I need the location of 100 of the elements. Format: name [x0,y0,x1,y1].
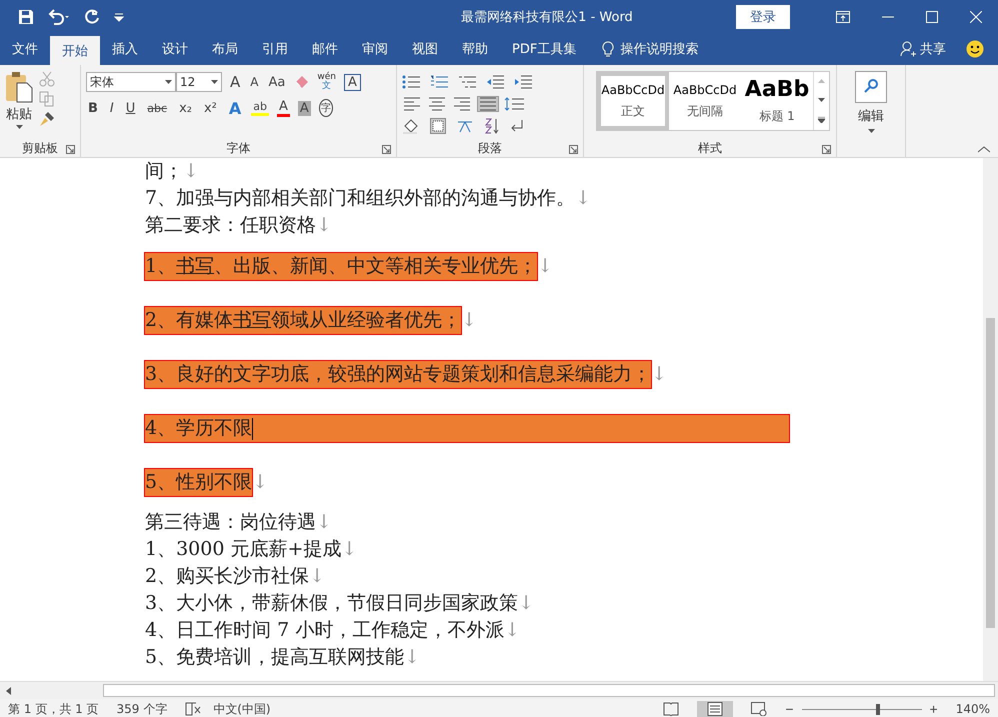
bullets-icon[interactable] [402,75,420,89]
share-button[interactable]: 共享 [920,40,946,58]
align-button[interactable] [452,97,472,111]
line-break-mark: ↓ [461,309,478,331]
highlight-button[interactable]: ab [251,100,269,116]
close-icon[interactable] [970,10,982,22]
paste-button[interactable]: 粘贴 [6,105,32,123]
web-layout-icon[interactable] [751,702,768,716]
ribbon-tab[interactable]: 引用 [250,33,300,65]
line-spacing-icon[interactable] [504,97,524,111]
font-format-button[interactable]: I [108,100,116,116]
scroll-left-icon[interactable] [5,686,13,694]
borders-icon[interactable] [430,118,446,134]
save-icon[interactable] [18,8,34,24]
paragraph-text: 第三待遇：岗位待遇 [145,511,316,533]
ribbon-tab[interactable]: 文件 [0,33,50,65]
ribbon-tab[interactable]: 插入 [100,33,150,65]
smiley-icon[interactable] [966,40,984,58]
ribbon-display-icon[interactable] [836,10,850,22]
text-effects-button[interactable]: A [226,98,244,118]
ribbon-tab[interactable]: 开始 [50,36,100,65]
ribbon-tab[interactable]: 邮件 [300,33,350,65]
ribbon-tab[interactable]: 视图 [400,33,450,65]
ribbon-tab[interactable]: 布局 [200,33,250,65]
character-border-button[interactable]: A [344,74,361,90]
proofing-icon[interactable] [185,702,202,716]
customize-caret-icon[interactable] [114,12,124,22]
sort-icon[interactable] [484,118,500,134]
language-indicator[interactable]: 中文(中国) [213,700,271,717]
dialog-launcher-icon[interactable] [569,145,578,154]
ribbon-tab[interactable]: 设计 [150,33,200,65]
align-button[interactable] [402,97,422,111]
multilevel-list-icon[interactable] [458,75,476,89]
maximize-icon[interactable] [926,10,938,22]
character-shading-button[interactable]: A [298,100,311,116]
line-break-mark: ↓ [537,255,554,277]
grow-font-button[interactable]: A [228,73,242,91]
tell-me-search[interactable]: 操作说明搜索 [620,40,698,58]
line-break-mark: ↓ [404,646,420,668]
ribbon-tab[interactable]: PDF工具集 [500,33,588,65]
word-count[interactable]: 359 个字 [116,700,168,717]
dropdown-caret-icon[interactable] [211,80,218,84]
ribbon-tab[interactable]: 帮助 [450,33,500,65]
collapse-ribbon-icon[interactable] [978,146,990,153]
font-name-field[interactable]: 宋体 [86,72,176,92]
caret-icon[interactable] [868,129,874,133]
editing-button[interactable]: 编辑 [858,107,884,125]
login-button[interactable]: 登录 [736,4,790,28]
paragraph-text: 7、加强与内部相关部门和组织外部的沟通与协作。 [145,187,576,209]
numbering-icon[interactable] [430,75,448,89]
font-color-button[interactable]: A [277,99,290,117]
dialog-launcher-icon[interactable] [822,145,831,154]
group-label: 字体 [226,140,250,156]
dialog-launcher-icon[interactable] [66,145,75,154]
vertical-scrollbar[interactable] [983,158,998,681]
dialog-launcher-icon[interactable] [382,145,391,154]
line-break-mark: ↓ [316,214,332,236]
redo-icon[interactable] [84,8,100,24]
zoom-in-button[interactable]: + [930,701,938,717]
increase-indent-icon[interactable] [514,75,532,89]
zoom-slider-thumb[interactable] [876,704,880,714]
paragraph-text: 1、3000 元底薪+提成 [145,538,342,560]
ribbon-tab[interactable]: 审阅 [350,33,400,65]
align-button[interactable] [427,97,447,111]
zoom-level[interactable]: 140% [956,702,990,716]
show-marks-icon[interactable] [510,119,524,133]
line-break-mark: ↓ [252,471,268,493]
shaded-paragraph: 1、书写、出版、新闻、中文等相关专业优先； [145,252,538,280]
enclose-characters-button[interactable]: 字 [318,99,333,117]
undo-icon[interactable] [48,8,70,24]
decrease-indent-icon[interactable] [486,75,504,89]
shrink-font-button[interactable]: A [248,75,260,89]
font-format-button[interactable]: x₂ [177,100,194,116]
more-styles-icon[interactable] [818,116,825,123]
print-layout-icon[interactable] [707,702,724,716]
scroll-down-icon[interactable] [818,98,825,102]
paragraph-text: 4、日工作时间 7 小时，工作稳定，不外派 [145,619,504,641]
font-format-button[interactable]: U [124,100,138,116]
align-button[interactable] [477,96,499,112]
group-label: 段落 [478,140,502,156]
paragraph-text: 3、大小休，带薪休假，节假日同步国家政策 [145,592,518,614]
read-mode-icon[interactable] [663,702,680,716]
asian-layout-icon[interactable] [456,119,474,133]
font-format-button[interactable]: x² [202,100,219,116]
paste-clipboard-icon[interactable] [5,71,33,103]
font-format-button[interactable]: abc [145,102,170,114]
style-option[interactable]: AaBbCcDd 正文 [597,72,669,130]
search-icon[interactable] [855,71,887,103]
page-count[interactable]: 第 1 页，共 1 页 [8,700,99,717]
caret-icon[interactable] [16,125,22,129]
phonetic-guide-button[interactable]: wén 文 [315,73,338,91]
dropdown-caret-icon[interactable] [165,80,172,84]
line-break-mark: ↓ [316,511,332,533]
font-format-button[interactable]: B [86,100,100,116]
format-painter-icon[interactable] [39,111,55,127]
zoom-out-button[interactable]: − [785,701,794,717]
shading-bucket-icon[interactable] [402,118,420,134]
horizontal-scrollbar[interactable] [0,681,998,699]
change-case-button[interactable]: Aa [266,74,288,90]
font-size-field[interactable]: 12 [176,72,222,92]
